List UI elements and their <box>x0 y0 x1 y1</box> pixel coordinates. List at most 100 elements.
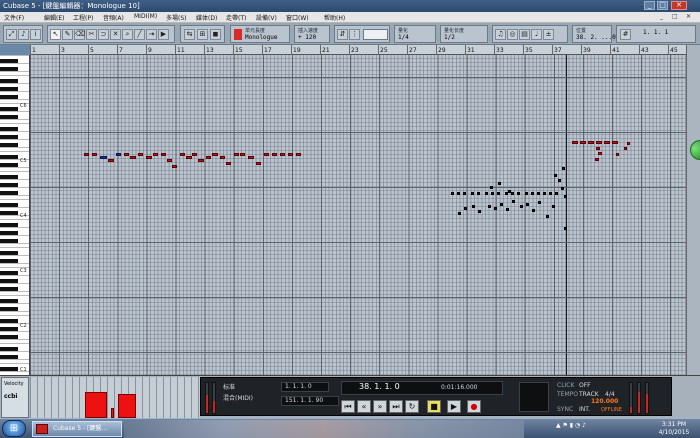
click-state[interactable]: OFF <box>579 382 591 389</box>
midi-note[interactable] <box>472 205 475 208</box>
glue-tool-icon[interactable]: ⊃ <box>98 29 109 40</box>
midi-note[interactable] <box>580 141 586 144</box>
rewind-button[interactable]: « <box>357 400 371 413</box>
midi-note[interactable] <box>525 192 528 195</box>
midi-note[interactable] <box>564 227 567 230</box>
midi-note[interactable] <box>561 187 564 190</box>
solo-editor-icon[interactable]: ⤢ <box>6 29 17 40</box>
maximize-button[interactable]: □ <box>657 1 668 10</box>
midi-note[interactable] <box>92 153 97 156</box>
taskbar-app-cubase[interactable]: Cubase 5 - [鍵盤… <box>32 421 122 437</box>
midi-note[interactable] <box>463 192 466 195</box>
doc-close-button[interactable]: ✕ <box>686 13 691 20</box>
velocity-display[interactable] <box>30 377 200 418</box>
midi-note[interactable] <box>546 215 549 218</box>
numbers-icon[interactable]: # <box>620 29 631 40</box>
midi-note[interactable] <box>478 210 481 213</box>
midi-note[interactable] <box>234 153 239 156</box>
midi-note[interactable] <box>538 201 541 204</box>
midi-note[interactable] <box>596 141 602 144</box>
midi-note[interactable] <box>180 153 185 156</box>
zoom-icon[interactable]: ± <box>543 29 554 40</box>
drum-icon[interactable]: ◎ <box>507 29 518 40</box>
midi-note[interactable] <box>256 162 261 165</box>
cycle-mode-label[interactable]: 混合(MIDI) <box>223 393 253 402</box>
midi-note[interactable] <box>464 207 467 210</box>
velocity-bar[interactable] <box>85 392 107 418</box>
menu-file[interactable]: 文件(F) <box>4 13 24 22</box>
play-button[interactable]: ▶ <box>447 400 461 413</box>
midi-note[interactable] <box>457 192 460 195</box>
autoscroll-icon[interactable]: ⇆ <box>184 29 195 40</box>
midi-note[interactable] <box>485 192 488 195</box>
midi-note[interactable] <box>198 159 204 162</box>
insert-value[interactable]: Monologue <box>245 34 278 41</box>
midi-note[interactable] <box>500 203 503 206</box>
midi-note[interactable] <box>555 192 558 195</box>
length-quantize-value[interactable]: 1/2 <box>444 34 455 41</box>
step-input-icon[interactable]: ⇵ <box>337 29 348 40</box>
midi-note[interactable] <box>532 209 535 212</box>
midi-note[interactable] <box>130 156 136 159</box>
midi-note[interactable] <box>517 192 520 195</box>
midi-note[interactable] <box>512 200 515 203</box>
marker-display[interactable] <box>519 382 549 412</box>
midi-note[interactable] <box>186 156 192 159</box>
play-tool-icon[interactable]: ▶ <box>158 29 169 40</box>
sync-state[interactable]: INT. <box>579 406 590 413</box>
midi-note[interactable] <box>549 192 552 195</box>
menu-transport[interactable]: 走帶(T) <box>226 13 246 22</box>
midi-note[interactable] <box>494 207 497 210</box>
midi-note[interactable] <box>564 195 567 198</box>
tempo-value[interactable]: 120.000 <box>591 398 618 405</box>
midi-note[interactable] <box>604 141 610 144</box>
insert-velocity-value[interactable]: + 120 <box>298 34 316 41</box>
midi-note[interactable] <box>458 212 461 215</box>
midi-note[interactable] <box>490 186 493 189</box>
eraser-tool-icon[interactable]: ⌫ <box>74 29 85 40</box>
chord-icon[interactable]: ♫ <box>495 29 506 40</box>
menu-media[interactable]: 媒体(D) <box>196 13 217 22</box>
line-tool-icon[interactable]: ╱ <box>134 29 145 40</box>
midi-note[interactable] <box>172 165 177 168</box>
midi-note[interactable] <box>161 153 166 156</box>
midi-note[interactable] <box>506 208 509 211</box>
midi-note[interactable] <box>508 190 511 193</box>
trim-tool-icon[interactable]: ⇥ <box>146 29 157 40</box>
doc-minimize-button[interactable]: _ <box>660 13 663 20</box>
title-bar[interactable]: Cubase 5 - [鍵盤編輯器：Monologue 10] _ □ ✕ <box>0 0 700 12</box>
midi-note[interactable] <box>616 153 619 156</box>
midi-note[interactable] <box>477 192 480 195</box>
controller-selector[interactable]: Velocity ccbi <box>1 377 29 418</box>
piano-keyboard[interactable]: C6 C5 C4 C3 C2 C1 <box>0 55 30 375</box>
show-info-icon[interactable]: i <box>30 29 41 40</box>
midi-note[interactable] <box>138 153 143 156</box>
menu-midi[interactable]: MIDI(M) <box>134 13 157 20</box>
playhead-cursor[interactable] <box>566 55 567 375</box>
midi-note[interactable] <box>588 141 594 144</box>
record-mode-label[interactable]: 标准 <box>223 382 235 391</box>
quantize-value[interactable]: 1/4 <box>398 34 409 41</box>
midi-note[interactable] <box>595 158 599 161</box>
midi-note[interactable] <box>280 153 285 156</box>
midi-note[interactable] <box>511 192 514 195</box>
midi-note[interactable] <box>531 192 534 195</box>
midi-note[interactable] <box>598 152 602 155</box>
midi-note[interactable] <box>537 192 540 195</box>
menu-audio[interactable]: 音頻(A) <box>103 13 124 22</box>
minimize-button[interactable]: _ <box>644 1 655 10</box>
midi-note[interactable] <box>520 205 523 208</box>
midi-note[interactable] <box>124 153 129 156</box>
go-to-end-button[interactable]: ⏭ <box>389 400 403 413</box>
acoustic-feedback-icon[interactable]: ♪ <box>18 29 29 40</box>
midi-note[interactable] <box>471 192 474 195</box>
midi-note[interactable] <box>192 153 197 156</box>
menu-window[interactable]: 窗口(W) <box>286 13 309 22</box>
zoom-tool-icon[interactable]: ⌕ <box>122 29 133 40</box>
midi-note[interactable] <box>248 156 254 159</box>
midi-note[interactable] <box>488 205 491 208</box>
windows-orb-icon[interactable]: ⊞ <box>2 420 26 437</box>
midi-note[interactable] <box>596 147 600 150</box>
midi-note[interactable] <box>153 153 158 156</box>
color-icon[interactable]: ◼ <box>210 29 221 40</box>
